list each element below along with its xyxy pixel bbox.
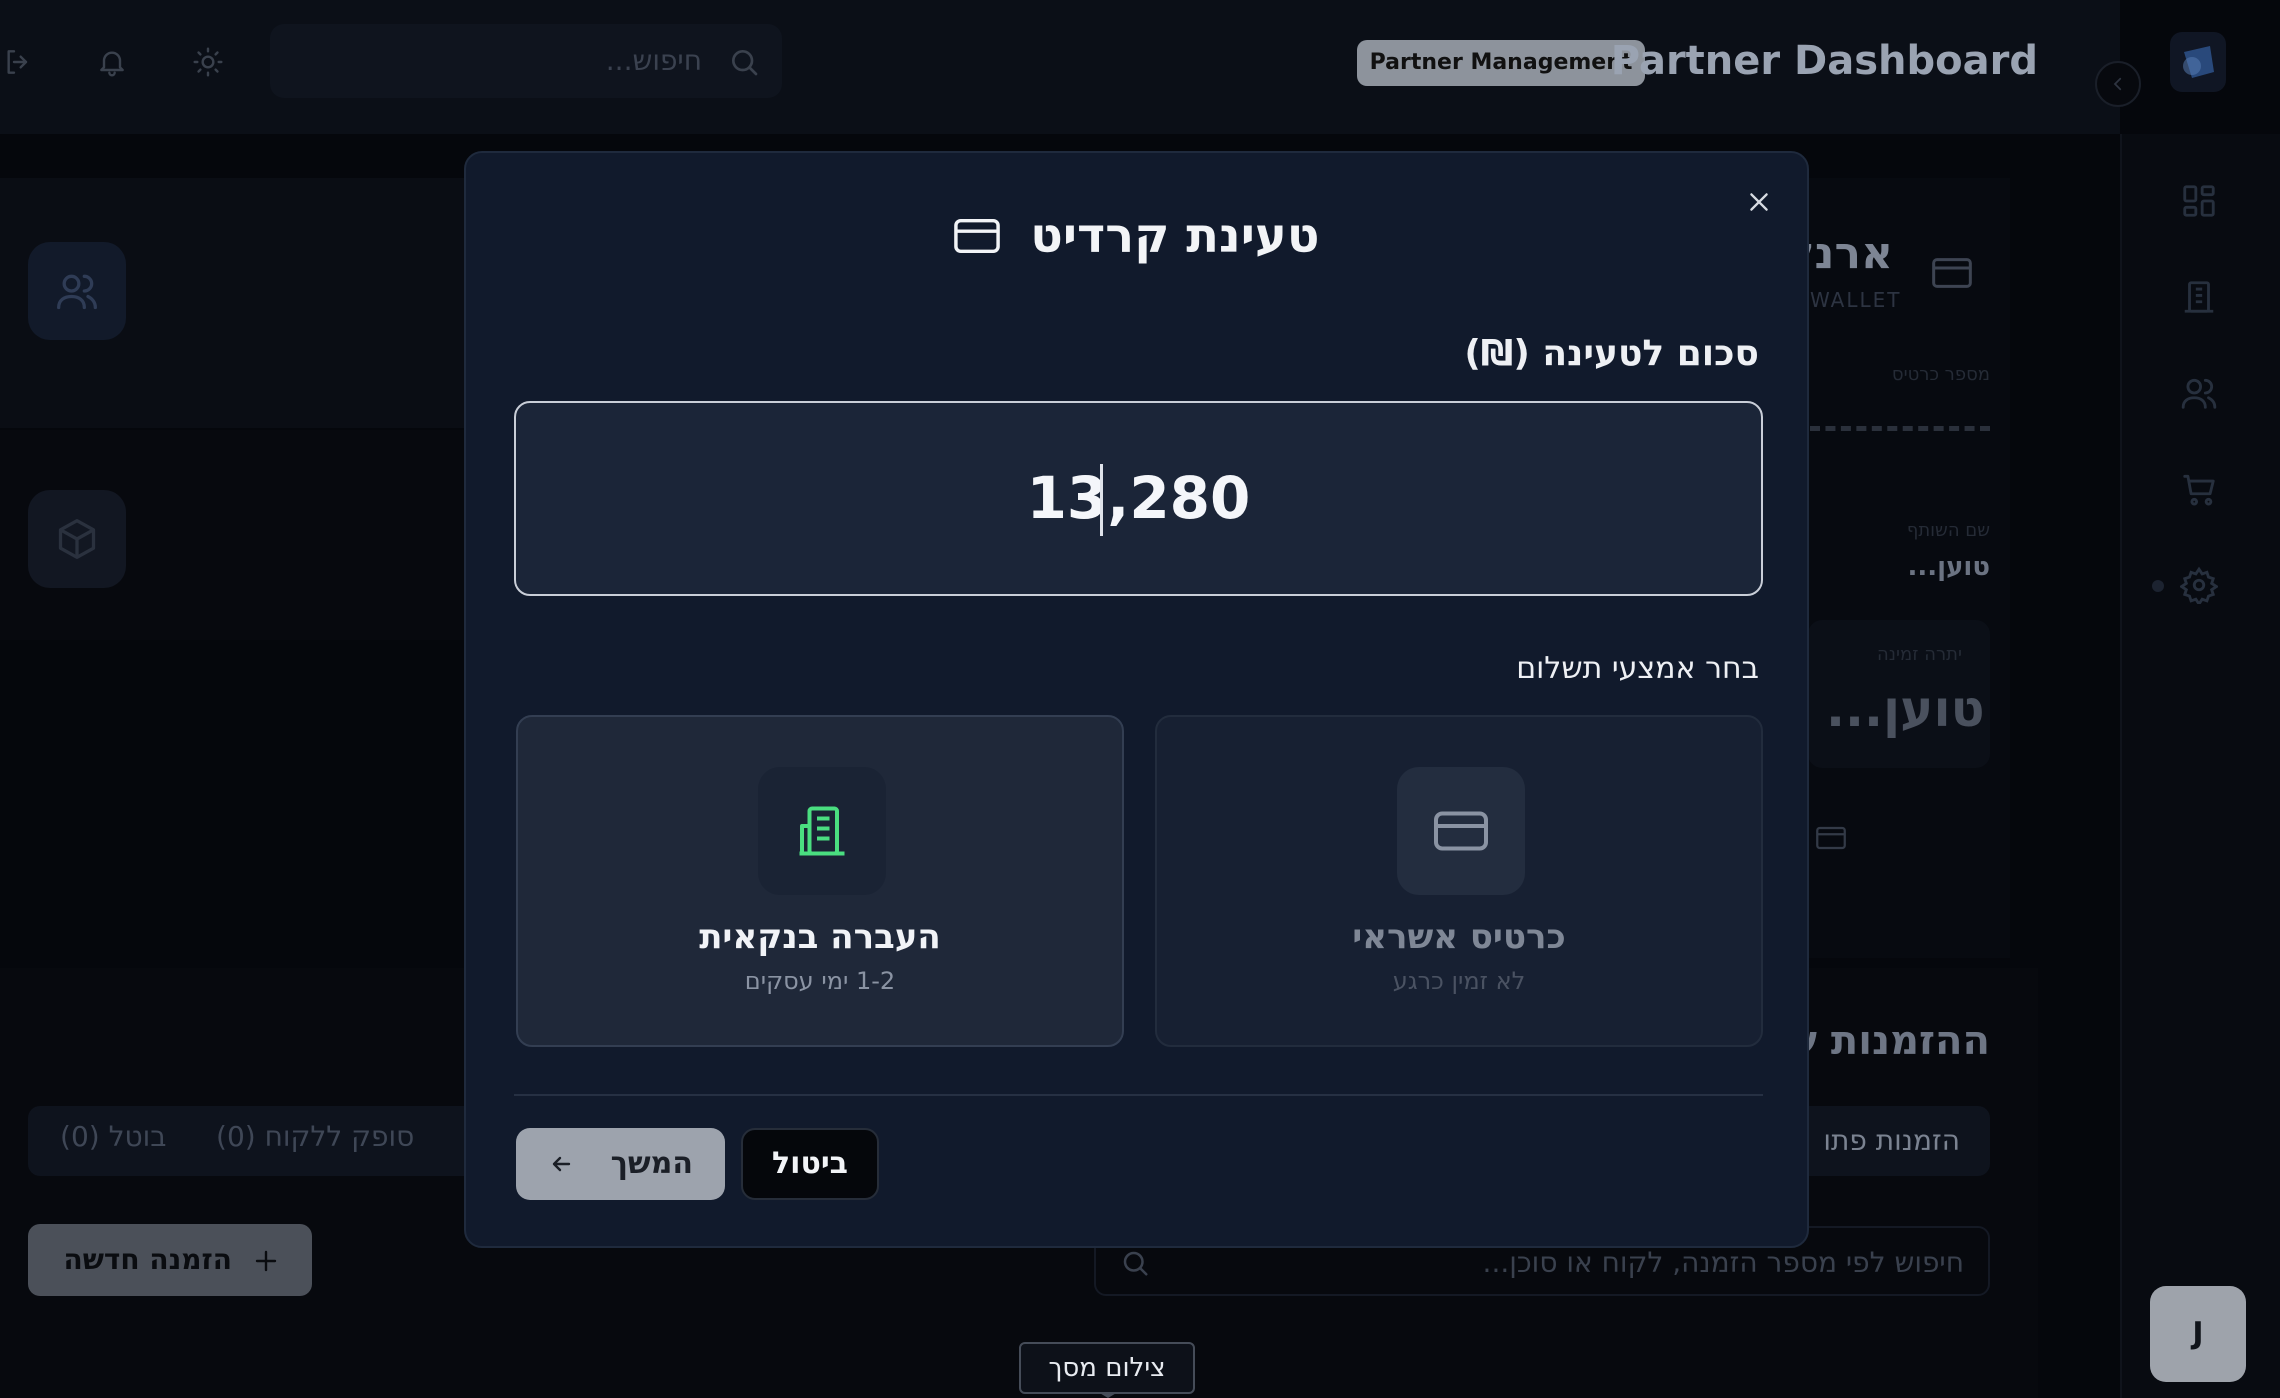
credit-card-icon xyxy=(1816,826,1846,850)
page-title: Partner Dashboard xyxy=(1610,38,2038,84)
new-order-label: הזמנה חדשה xyxy=(63,1243,232,1276)
users-icon[interactable] xyxy=(2180,374,2218,412)
modal-title: טעינת קרדיט xyxy=(466,205,1807,264)
tooltip-arrow xyxy=(1098,1392,1118,1398)
partner-name-label: שם השותף xyxy=(1906,520,1990,541)
sun-icon[interactable] xyxy=(192,46,224,78)
sidebar xyxy=(2120,134,2280,1398)
search-icon xyxy=(728,46,760,78)
orders-search-placeholder: חיפוש לפי מספר הזמנה, לקוח או סוכן... xyxy=(1482,1246,1964,1279)
continue-button[interactable]: המשך xyxy=(516,1128,725,1200)
partner-name-value: טוען... xyxy=(1907,552,1990,582)
credit-card-icon xyxy=(1397,767,1525,895)
load-credit-modal: טעינת קרדיט סכום לטעינה (₪) 13,280 בחר א… xyxy=(464,151,1809,1248)
arrow-left-icon xyxy=(552,1156,571,1172)
payment-method-bank-transfer[interactable]: העברה בנקאית 1-2 ימי עסקים xyxy=(516,715,1124,1047)
method-sub: לא זמין כרגע xyxy=(1392,967,1526,995)
modal-title-text: טעינת קרדיט xyxy=(1030,208,1320,264)
building-icon[interactable] xyxy=(2180,278,2218,316)
dashboard-grid-icon[interactable] xyxy=(2180,182,2218,220)
divider xyxy=(514,1094,1763,1096)
orders-title: ההזמנות ש xyxy=(1786,1018,1990,1064)
method-sub: 1-2 ימי עסקים xyxy=(744,967,896,995)
cancel-button[interactable]: ביטול xyxy=(741,1128,879,1200)
app-logo xyxy=(2170,32,2226,92)
tab-delivered[interactable]: סופק ללקוח (0) xyxy=(216,1120,414,1153)
package-card[interactable] xyxy=(28,490,126,588)
tab-open-orders-label: הזמנות פתו xyxy=(1823,1124,1960,1157)
method-name: כרטיס אשראי xyxy=(1352,917,1566,957)
partner-management-badge: Partner Management xyxy=(1357,40,1645,86)
header-search[interactable]: חיפוש... xyxy=(270,24,782,98)
sidebar-collapse-button[interactable] xyxy=(2095,61,2141,107)
plus-icon xyxy=(255,1250,277,1272)
new-order-button[interactable]: הזמנה חדשה xyxy=(28,1224,312,1296)
card-number-placeholder xyxy=(1810,426,1990,431)
settings-indicator-dot xyxy=(2152,580,2164,592)
continue-label: המשך xyxy=(610,1146,693,1181)
bell-icon[interactable] xyxy=(96,46,128,78)
tab-open-orders[interactable]: הזמנות פתו xyxy=(1778,1106,1990,1176)
tab-cancelled[interactable]: בוטל (0) xyxy=(60,1120,166,1153)
balance-value: טוען... xyxy=(1826,680,1985,738)
gear-icon[interactable] xyxy=(2180,566,2218,604)
method-name: העברה בנקאית xyxy=(699,917,941,957)
credit-card-icon xyxy=(953,218,1000,254)
wallet-subtitle: WALLET xyxy=(1810,288,1902,312)
header-search-placeholder: חיפוש... xyxy=(605,44,702,77)
cart-icon[interactable] xyxy=(2180,470,2218,508)
bank-building-icon xyxy=(758,767,886,895)
amount-label: סכום לטעינה (₪) xyxy=(1464,333,1759,374)
search-icon xyxy=(1123,1251,1148,1276)
amount-input[interactable]: 13,280 xyxy=(514,401,1763,596)
payment-method-label: בחר אמצעי תשלום xyxy=(1516,651,1759,686)
amount-value: 13,280 xyxy=(1026,464,1251,532)
balance-label: יתרה זמינה xyxy=(1877,644,1962,665)
text-caret xyxy=(1100,464,1103,536)
screenshot-tooltip: צילום מסך xyxy=(1019,1342,1195,1394)
users-card[interactable] xyxy=(28,242,126,340)
card-number-label: מספר כרטיס xyxy=(1891,364,1990,385)
credit-card-icon xyxy=(1932,257,1972,289)
help-fab-button[interactable]: J xyxy=(2150,1286,2246,1382)
logout-icon[interactable] xyxy=(2,46,34,78)
payment-method-credit-card[interactable]: כרטיס אשראי לא זמין כרגע xyxy=(1155,715,1763,1047)
